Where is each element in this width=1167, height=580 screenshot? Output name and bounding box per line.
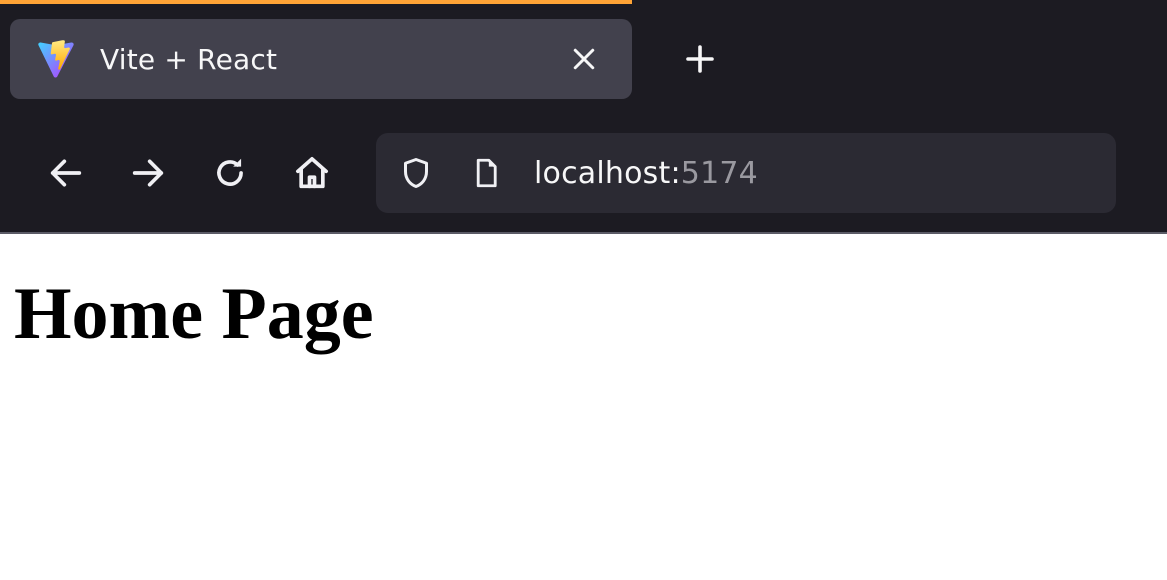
document-icon <box>469 156 503 190</box>
page-heading: Home Page <box>14 272 1153 357</box>
url-host: localhost: <box>534 156 681 191</box>
close-icon <box>569 44 599 74</box>
back-button[interactable] <box>30 137 102 209</box>
forward-button[interactable] <box>112 137 184 209</box>
url-bar[interactable]: localhost:5174 <box>376 133 1116 213</box>
home-icon <box>292 153 332 193</box>
shield-icon <box>398 155 434 191</box>
new-tab-button[interactable] <box>672 31 728 87</box>
home-button[interactable] <box>276 137 348 209</box>
url-port: 5174 <box>681 156 758 191</box>
reload-button[interactable] <box>194 137 266 209</box>
arrow-right-icon <box>128 153 168 193</box>
plus-icon <box>682 41 718 77</box>
close-tab-button[interactable] <box>560 35 608 83</box>
url-text: localhost:5174 <box>534 156 758 191</box>
site-info-button[interactable] <box>464 151 508 195</box>
page-viewport: Home Page <box>0 234 1167 395</box>
vite-icon <box>34 37 78 81</box>
arrow-left-icon <box>46 153 86 193</box>
tab-title: Vite + React <box>100 43 538 76</box>
tab-strip: Vite + React <box>0 4 1167 114</box>
tracking-shield-button[interactable] <box>394 151 438 195</box>
browser-tab[interactable]: Vite + React <box>10 19 632 99</box>
browser-toolbar: localhost:5174 <box>0 114 1167 234</box>
reload-icon <box>211 154 249 192</box>
